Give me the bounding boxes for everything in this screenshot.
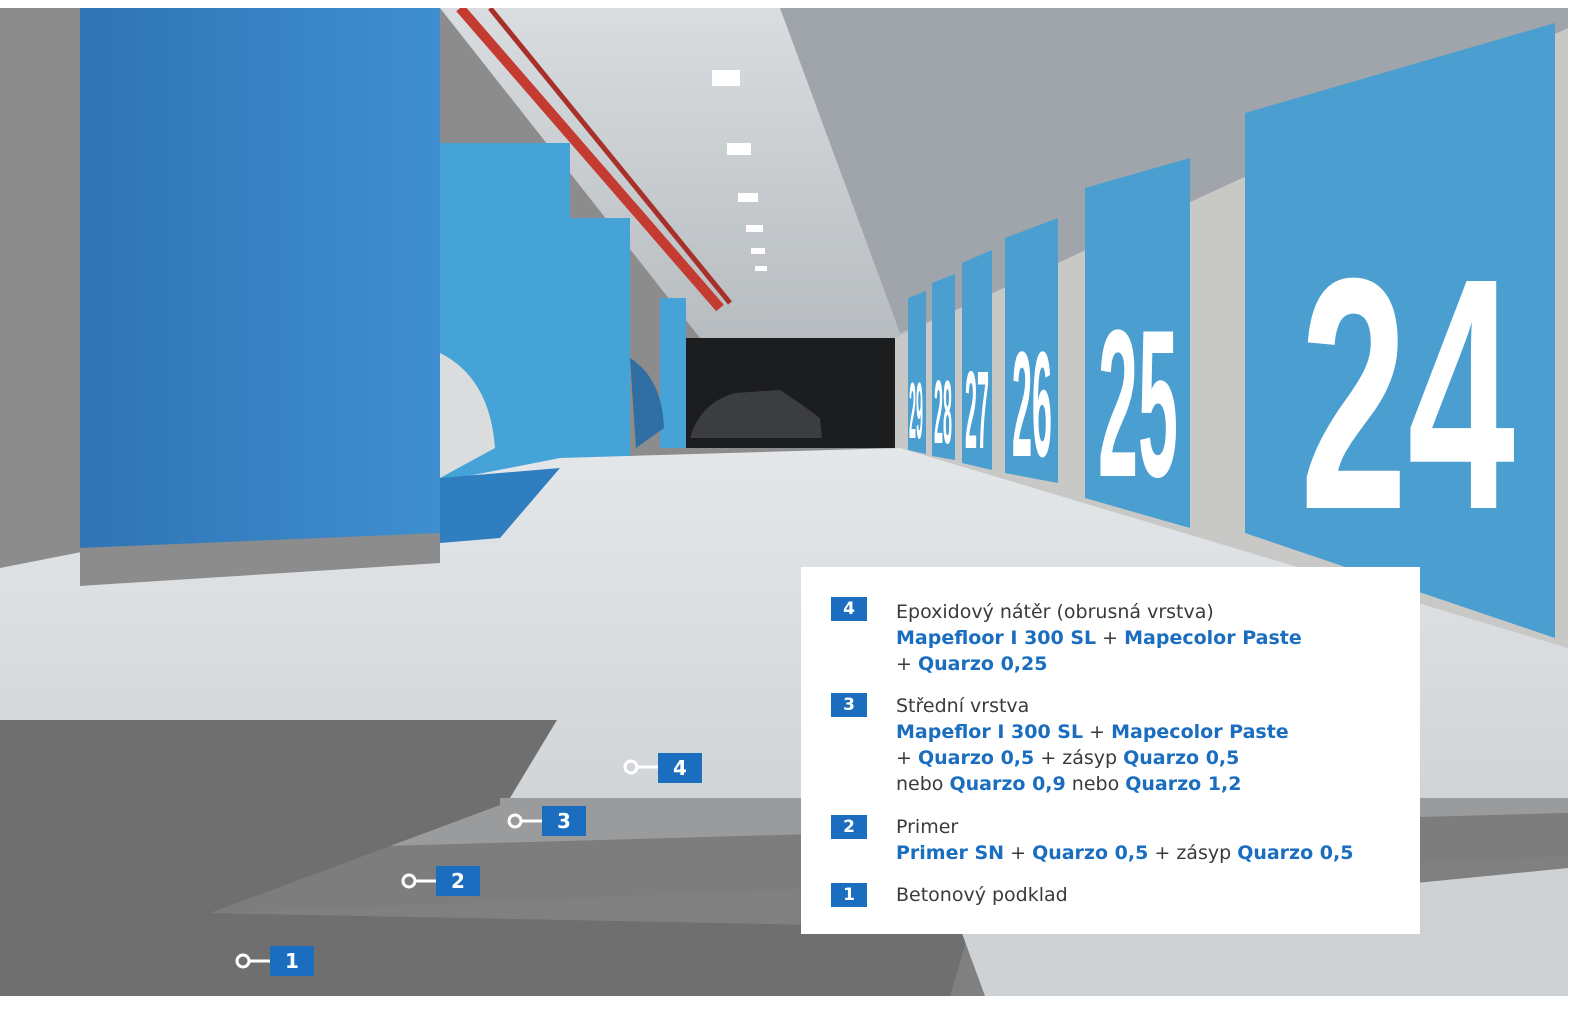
pin-layer-3 <box>507 813 544 829</box>
floor-tag-2: 2 <box>436 866 480 896</box>
door-number-24: 24 <box>1300 209 1516 578</box>
legend-products-3b: + Quarzo 0,5 + zásyp Quarzo 0,5 <box>896 747 1240 769</box>
legend-title-1: Betonový podklad <box>896 884 1068 906</box>
door-number-29: 29 <box>909 366 923 455</box>
legend-title-3: Střední vrstva <box>896 695 1030 717</box>
legend-products-4a: Mapefloor I 300 SL + Mapecolor Paste <box>896 627 1302 649</box>
legend-badge-4: 4 <box>831 597 867 621</box>
legend-title-2: Primer <box>896 816 959 838</box>
legend-badge-2: 2 <box>831 815 867 839</box>
door-number-25: 25 <box>1098 286 1178 521</box>
column-near <box>80 8 440 568</box>
door-number-27: 27 <box>965 349 989 472</box>
pin-layer-1 <box>235 953 274 969</box>
garage-illustration: 24 25 26 27 28 29 4 3 2 1 4 Epoxidový ná… <box>0 8 1568 996</box>
column-far <box>570 218 630 468</box>
floor-tag-3: 3 <box>542 806 586 836</box>
layer-legend: 4 Epoxidový nátěr (obrusná vrstva) Mapef… <box>801 567 1420 934</box>
legend-badge-1: 1 <box>831 883 867 907</box>
legend-products-3c: nebo Quarzo 0,9 nebo Quarzo 1,2 <box>896 773 1242 795</box>
floor-tag-1: 1 <box>270 946 314 976</box>
legend-badge-3: 3 <box>831 693 867 717</box>
floor-tag-4: 4 <box>658 753 702 783</box>
legend-products-4b: + Quarzo 0,25 <box>896 653 1048 675</box>
legend-title-4: Epoxidový nátěr (obrusná vrstva) <box>896 601 1214 623</box>
door-number-26: 26 <box>1012 320 1052 488</box>
door-number-28: 28 <box>934 363 952 463</box>
legend-products-3a: Mapeflor I 300 SL + Mapecolor Paste <box>896 721 1289 743</box>
pin-layer-4 <box>623 759 660 775</box>
pin-layer-2 <box>401 873 440 889</box>
legend-products-2: Primer SN + Quarzo 0,5 + zásyp Quarzo 0,… <box>896 842 1354 864</box>
